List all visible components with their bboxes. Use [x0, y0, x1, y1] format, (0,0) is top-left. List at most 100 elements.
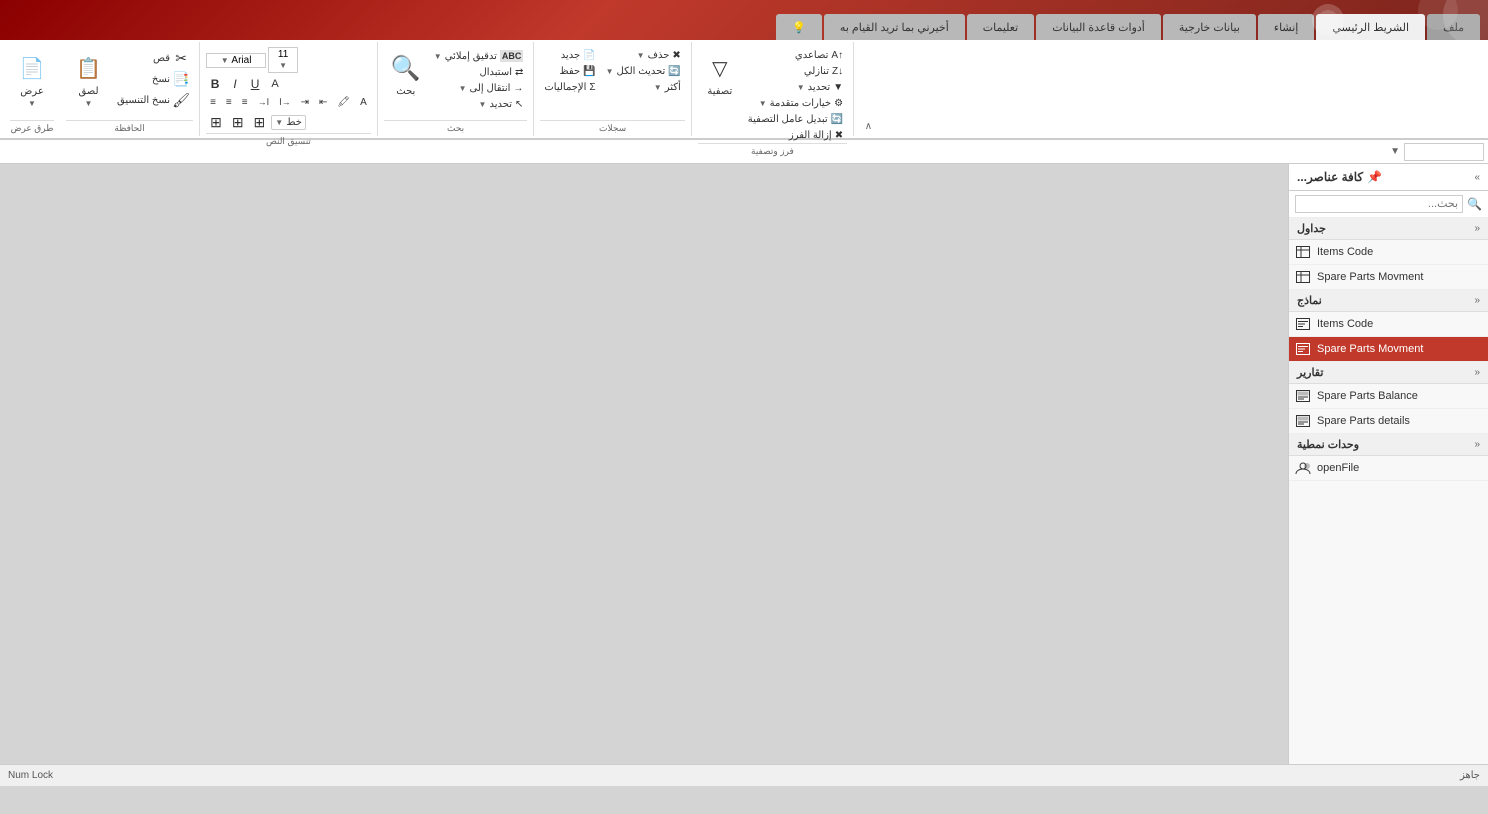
format-painter-button[interactable]: 🖌 نسخ التنسيق	[113, 90, 193, 110]
sidebar-item-spare-parts-details[interactable]: Spare Parts details	[1289, 409, 1488, 434]
sidebar-item-openfile[interactable]: openFile	[1289, 456, 1488, 481]
openfile-icon	[1295, 461, 1311, 475]
forms-section-header[interactable]: « نماذج	[1289, 290, 1488, 312]
font-name-dropdown[interactable]: Arial ▼	[206, 53, 266, 68]
sidebar-search-input[interactable]	[1295, 195, 1463, 213]
sidebar-header: » 📌 كافة عناصر...	[1289, 164, 1488, 191]
replace-icon: ⇄	[515, 67, 523, 78]
grid-button3[interactable]: ⊞	[250, 112, 270, 133]
select-arrow: ▼	[479, 100, 487, 109]
ribbon-group-search: 🔍 بحث ABC تدقيق إملائي ▼ ⇄ استبدال → انت…	[378, 42, 535, 136]
select-icon: ↖	[515, 99, 523, 110]
sidebar-title-area: 📌 كافة عناصر...	[1297, 170, 1382, 184]
more-button[interactable]: أكثر ▼	[602, 80, 685, 95]
totals-button[interactable]: Σ الإجماليات	[540, 80, 599, 95]
lamp-icon-tab[interactable]: 💡	[776, 14, 822, 40]
items-code-table-label: Items Code	[1317, 246, 1373, 258]
ascending-button[interactable]: ↑A تصاعدي	[744, 48, 847, 63]
spare-parts-movment-table-icon	[1295, 270, 1311, 284]
align-right-button[interactable]: ≡	[206, 95, 220, 110]
new-record-button[interactable]: 📄 جديد	[540, 48, 599, 63]
paste-icon: 📋	[73, 52, 105, 84]
sidebar-item-spare-parts-movment-form[interactable]: Spare Parts Movment	[1289, 337, 1488, 362]
highlight-button[interactable]: 🖍	[333, 95, 354, 110]
spellcheck-button[interactable]: ABC تدقيق إملائي ▼	[430, 48, 528, 64]
filter-button[interactable]: ▽ تصفية	[698, 48, 742, 101]
copy-button[interactable]: 📑 نسخ	[113, 69, 193, 89]
cut-button[interactable]: ✂ قص	[113, 48, 193, 68]
descending-button[interactable]: ↓Z تنازلي	[744, 64, 847, 79]
filter-buttons: ▽ تصفية ↑A تصاعدي ↓Z تنازلي ▼ تحديد ▼	[698, 44, 847, 143]
reports-section-header[interactable]: « تقارير	[1289, 362, 1488, 384]
search-group-label: بحث	[384, 120, 528, 134]
formula-bar-expand[interactable]: ▼	[1390, 146, 1400, 157]
new-record-icon: 📄	[583, 50, 595, 61]
status-left: Num Lock	[8, 770, 53, 781]
sidebar-item-spare-parts-movment-table[interactable]: Spare Parts Movment	[1289, 265, 1488, 290]
delete-arrow: ▼	[637, 51, 645, 60]
remove-sort-button[interactable]: ✖ إزالة الفرز	[744, 128, 847, 143]
save-record-button[interactable]: 💾 حفظ	[540, 64, 599, 79]
tab-tell-me[interactable]: أخيرني بما تريد القيام به	[824, 14, 965, 40]
delete-button[interactable]: ✖ حذف ▼	[602, 48, 685, 63]
view-button[interactable]: 📄 عرض ▼	[10, 48, 54, 112]
align-left-button[interactable]: ≡	[238, 95, 252, 110]
grid-dropdown[interactable]: خط ▼	[271, 115, 306, 130]
font-color2-button[interactable]: A	[356, 95, 371, 110]
goto-arrow: ▼	[459, 84, 467, 93]
select-button[interactable]: ↖ تحديد ▼	[430, 97, 528, 112]
cell-reference-input[interactable]	[1404, 143, 1484, 161]
ribbon-group-records: 📄 جديد 💾 حفظ Σ الإجماليات ✖ حذف ▼	[534, 42, 691, 136]
sidebar-item-spare-parts-balance[interactable]: Spare Parts Balance	[1289, 384, 1488, 409]
tab-external[interactable]: بيانات خارجية	[1163, 14, 1256, 40]
paste-dropdown-arrow: ▼	[85, 99, 93, 108]
grid-button2[interactable]: ⊞	[228, 112, 248, 133]
select-filter-button[interactable]: ▼ تحديد ▼	[744, 80, 847, 95]
advanced-button[interactable]: ⚙ خيارات متقدمة ▼	[744, 96, 847, 111]
totals-icon: Σ	[589, 82, 595, 93]
save-record-icon: 💾	[583, 66, 595, 77]
paste-button[interactable]: 📋 لصق ▼	[66, 48, 111, 112]
sidebar-search-area: 🔍	[1289, 191, 1488, 218]
tab-help[interactable]: تعليمات	[967, 14, 1034, 40]
tab-database[interactable]: أدوات قاعدة البيانات	[1036, 14, 1161, 40]
remove-sort-icon: ✖	[835, 130, 843, 141]
title-bar: ملف الشريط الرئيسي إنشاء بيانات خارجية أ…	[0, 0, 1488, 40]
indent-button[interactable]: ⇥	[297, 95, 313, 110]
grid-button1[interactable]: ⊞	[206, 112, 226, 133]
refresh-button[interactable]: 🔄 تحديث الكل ▼	[602, 64, 685, 79]
tables-section-title: جداول	[1297, 222, 1326, 235]
outdent-button[interactable]: ⇤	[315, 95, 331, 110]
toggle-filter-icon: 🔄	[831, 114, 843, 125]
toggle-filter-button[interactable]: 🔄 تبديل عامل التصفية	[744, 112, 847, 127]
sidebar-item-items-code-table[interactable]: Items Code	[1289, 240, 1488, 265]
modules-collapse-icon: «	[1474, 439, 1480, 450]
view-area	[0, 164, 1288, 764]
format-buttons-row: B I U A	[206, 75, 371, 93]
sidebar-item-items-code-form[interactable]: Items Code	[1289, 312, 1488, 337]
status-bar: جاهز Num Lock	[0, 764, 1488, 786]
replace-button[interactable]: ⇄ استبدال	[430, 65, 528, 80]
search-button[interactable]: 🔍 بحث	[384, 48, 428, 101]
sidebar-expand-button[interactable]: »	[1474, 172, 1480, 183]
forms-section-title: نماذج	[1297, 294, 1322, 307]
tables-section-header[interactable]: « جداول	[1289, 218, 1488, 240]
text-color-button[interactable]: A	[266, 76, 284, 92]
spare-parts-balance-icon	[1295, 389, 1311, 403]
italic-button[interactable]: I	[226, 75, 244, 93]
goto-button[interactable]: → انتقال إلى ▼	[430, 81, 528, 96]
ribbon-group-textformat: Arial ▼ 11 ▼ B I U A ≡ ≡ ≡ ا→ →ا ⇥ ⇤ 🖍 A	[200, 42, 378, 136]
logo-area	[1288, 0, 1488, 40]
rtl-button[interactable]: ا→	[254, 95, 274, 110]
ribbon-collapse-button[interactable]: ∧	[854, 42, 872, 136]
modules-section-header[interactable]: « وحدات نمطية	[1289, 434, 1488, 456]
underline-button[interactable]: U	[246, 75, 264, 93]
ltr-button[interactable]: →ا	[275, 95, 295, 110]
sidebar-title-text: كافة عناصر...	[1297, 170, 1363, 184]
font-size-dropdown[interactable]: 11 ▼	[268, 47, 298, 73]
items-code-table-icon	[1295, 245, 1311, 259]
bold-button[interactable]: B	[206, 75, 224, 93]
main-layout: » 📌 كافة عناصر... 🔍 « جداول Items Code	[0, 164, 1488, 764]
filter-col: ↑A تصاعدي ↓Z تنازلي ▼ تحديد ▼ ⚙ خيارات م…	[744, 48, 847, 143]
align-center-button[interactable]: ≡	[222, 95, 236, 110]
